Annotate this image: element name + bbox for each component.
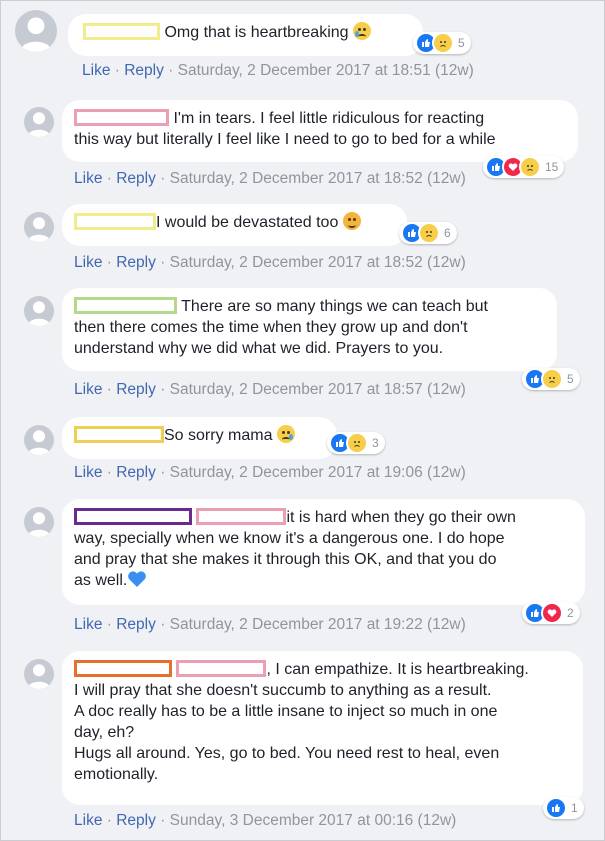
reaction-count: 1: [571, 801, 578, 815]
redacted-name[interactable]: [74, 660, 172, 677]
reaction-count: 5: [567, 372, 574, 386]
comment-bubble: , I can empathize. It is heartbreaking. …: [62, 651, 583, 805]
comment-text: it is hard when they go their own: [286, 509, 516, 526]
comment-text: this way but literally I feel like I nee…: [74, 131, 496, 148]
reply-link[interactable]: Reply: [116, 170, 156, 187]
reaction-count: 5: [458, 36, 465, 50]
reaction-summary[interactable]: 3: [327, 432, 385, 454]
comment-bubble: I would be devastated too: [62, 204, 407, 246]
redacted-name[interactable]: [196, 508, 287, 525]
comment-text: emotionally.: [74, 766, 159, 783]
comment-actions: Like · Reply · Sunday, 3 December 2017 a…: [74, 812, 457, 829]
blue-heart-icon: [128, 571, 147, 587]
reaction-summary[interactable]: 2: [522, 602, 580, 624]
tired-face-icon: [342, 212, 361, 230]
comment-bubble: Omg that is heartbreaking: [68, 14, 423, 56]
reaction-summary[interactable]: 6: [399, 222, 457, 244]
like-link[interactable]: Like: [74, 812, 102, 829]
comment-text: A doc really has to be a little insane t…: [74, 703, 498, 720]
avatar[interactable]: [24, 659, 54, 689]
timestamp[interactable]: Saturday, 2 December 2017 at 19:22 (12w): [170, 616, 466, 633]
redacted-name[interactable]: [83, 23, 160, 40]
avatar[interactable]: [24, 507, 54, 537]
comment-actions: Like · Reply · Saturday, 2 December 2017…: [74, 381, 466, 398]
reaction-summary[interactable]: 5: [413, 32, 471, 54]
avatar[interactable]: [24, 425, 54, 455]
reaction-summary[interactable]: 5: [522, 368, 580, 390]
comment-actions: Like · Reply · Saturday, 2 December 2017…: [82, 62, 474, 79]
redacted-name[interactable]: [74, 213, 156, 230]
reply-link[interactable]: Reply: [116, 812, 156, 829]
reply-link[interactable]: Reply: [116, 616, 156, 633]
sad-reaction-icon: [346, 432, 368, 454]
comment-actions: Like · Reply · Saturday, 2 December 2017…: [74, 616, 466, 633]
reaction-count: 2: [567, 606, 574, 620]
like-link[interactable]: Like: [74, 616, 102, 633]
reaction-summary[interactable]: 1: [543, 797, 584, 819]
sad-reaction-icon: [432, 32, 454, 54]
timestamp[interactable]: Sunday, 3 December 2017 at 00:16 (12w): [170, 812, 457, 829]
sad-reaction-icon: [418, 222, 440, 244]
timestamp[interactable]: Saturday, 2 December 2017 at 19:06 (12w): [170, 464, 466, 481]
reply-link[interactable]: Reply: [116, 381, 156, 398]
avatar[interactable]: [15, 10, 57, 52]
comment-text: I will pray that she doesn't succumb to …: [74, 682, 492, 699]
redacted-name[interactable]: [74, 508, 192, 525]
redacted-name[interactable]: [74, 426, 164, 443]
comment-text: Hugs all around. Yes, go to bed. You nee…: [74, 745, 500, 762]
comment-bubble: So sorry mama: [62, 417, 337, 459]
comment-text: then there comes the time when they grow…: [74, 319, 468, 336]
comment-text: I'm in tears. I feel little ridiculous f…: [173, 110, 485, 127]
redacted-name[interactable]: [176, 660, 267, 677]
comment-text: way, specially when we know it's a dange…: [74, 530, 505, 547]
reaction-count: 6: [444, 226, 451, 240]
comment-text: and pray that she makes it through this …: [74, 551, 497, 568]
reply-link[interactable]: Reply: [116, 254, 156, 271]
reply-link[interactable]: Reply: [124, 62, 164, 79]
reaction-count: 15: [545, 160, 559, 174]
like-reaction-icon: [545, 797, 567, 819]
comment-bubble: it is hard when they go their own way, s…: [62, 499, 585, 605]
comment-text: So sorry mama: [164, 427, 273, 444]
avatar[interactable]: [24, 296, 54, 326]
comment-text: as well.: [74, 572, 128, 589]
reaction-summary[interactable]: 15: [483, 156, 565, 178]
like-link[interactable]: Like: [82, 62, 110, 79]
timestamp[interactable]: Saturday, 2 December 2017 at 18:52 (12w): [170, 254, 466, 271]
comment-bubble: There are so many things we can teach bu…: [62, 288, 557, 371]
redacted-name[interactable]: [74, 109, 169, 126]
like-link[interactable]: Like: [74, 254, 102, 271]
reply-link[interactable]: Reply: [116, 464, 156, 481]
timestamp[interactable]: Saturday, 2 December 2017 at 18:57 (12w): [170, 381, 466, 398]
timestamp[interactable]: Saturday, 2 December 2017 at 18:52 (12w): [170, 170, 466, 187]
comment-text: day, eh?: [74, 724, 135, 741]
comment-actions: Like · Reply · Saturday, 2 December 2017…: [74, 170, 466, 187]
like-link[interactable]: Like: [74, 170, 102, 187]
sad-reaction-icon: [519, 156, 541, 178]
avatar[interactable]: [24, 107, 54, 137]
comment-actions: Like · Reply · Saturday, 2 December 2017…: [74, 464, 466, 481]
comment-text: Omg that is heartbreaking: [164, 24, 349, 41]
comment-text: I would be devastated too: [156, 214, 339, 231]
sad-tear-face-icon: [276, 425, 295, 443]
love-reaction-icon: [541, 602, 563, 624]
comment-text: , I can empathize. It is heartbreaking.: [266, 661, 529, 678]
redacted-name[interactable]: [74, 297, 177, 314]
comment-text: understand why we did what we did. Praye…: [74, 340, 444, 357]
avatar[interactable]: [24, 212, 54, 242]
comment-bubble: I'm in tears. I feel little ridiculous f…: [62, 100, 578, 162]
reaction-count: 3: [372, 436, 379, 450]
like-link[interactable]: Like: [74, 464, 102, 481]
timestamp[interactable]: Saturday, 2 December 2017 at 18:51 (12w): [178, 62, 474, 79]
sad-reaction-icon: [541, 368, 563, 390]
crying-face-icon: [353, 22, 371, 40]
like-link[interactable]: Like: [74, 381, 102, 398]
comment-actions: Like · Reply · Saturday, 2 December 2017…: [74, 254, 466, 271]
comment-text: There are so many things we can teach bu…: [181, 298, 488, 315]
